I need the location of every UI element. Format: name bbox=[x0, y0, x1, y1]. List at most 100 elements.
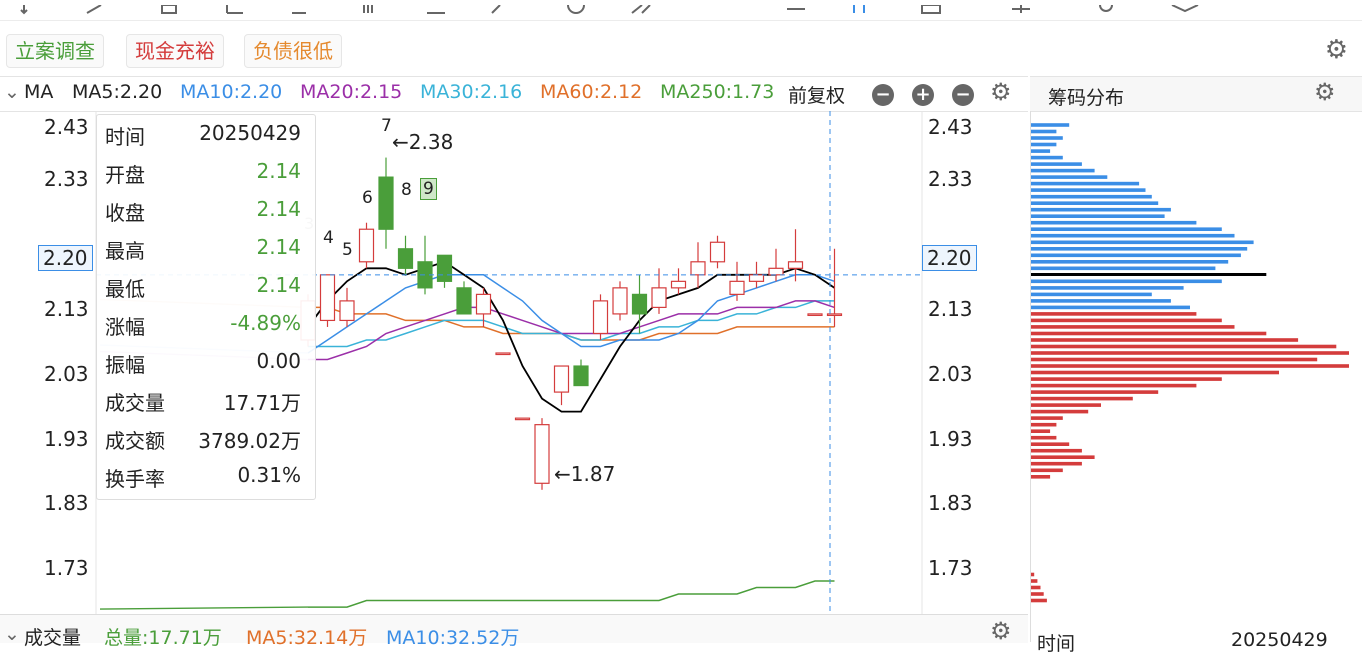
plus-circle-icon[interactable]: + bbox=[912, 84, 934, 106]
tag-cash-rich[interactable]: 现金充裕 bbox=[126, 34, 224, 68]
tooltip-row: 成交额 3789.02万 bbox=[105, 425, 301, 461]
volume-title[interactable]: 成交量 bbox=[24, 623, 81, 650]
tooltip-value: 0.31% bbox=[237, 463, 301, 487]
chip-bar bbox=[1031, 188, 1146, 192]
chip-bar bbox=[1031, 240, 1254, 245]
toolbar-icon[interactable] bbox=[20, 0, 42, 15]
toolbar-icon[interactable] bbox=[160, 0, 182, 14]
chip-bar bbox=[1031, 409, 1089, 414]
toolbar-icon[interactable] bbox=[490, 0, 512, 14]
minus-circle-icon[interactable]: − bbox=[872, 84, 894, 106]
chip-bar bbox=[1031, 168, 1095, 173]
chips-time-label: 时间 bbox=[1037, 633, 1076, 655]
chip-bar bbox=[1031, 403, 1101, 407]
chip-bar bbox=[1031, 396, 1133, 401]
chip-bar bbox=[1031, 455, 1095, 459]
count-label: 4 bbox=[323, 228, 334, 248]
toolbar-icon[interactable] bbox=[360, 0, 382, 13]
chip-bar bbox=[1031, 233, 1235, 238]
chip-bar bbox=[1031, 175, 1108, 179]
y-tick-label: 2.43 bbox=[44, 115, 89, 139]
chevron-down-icon[interactable]: ⌄ bbox=[4, 81, 20, 103]
tooltip-value: 0.00 bbox=[256, 349, 301, 373]
toolbar-icon[interactable] bbox=[785, 0, 807, 10]
toolbar-icon[interactable] bbox=[1095, 0, 1117, 12]
chip-bar bbox=[1031, 579, 1038, 583]
toolbar-icon[interactable] bbox=[290, 0, 312, 14]
toolbar-icon[interactable] bbox=[1170, 0, 1199, 13]
tooltip-label: 收盘 bbox=[105, 201, 145, 225]
chip-bar bbox=[1031, 207, 1171, 212]
tooltip-value: 20250429 bbox=[199, 121, 301, 145]
tooltip-row: 涨幅 -4.89% bbox=[105, 311, 301, 347]
y-tick-label: 1.93 bbox=[44, 427, 89, 451]
volume-header: ⌄ 成交量 总量:17.71万 MA5:32.14万 MA10:32.52万 ⚙ bbox=[0, 614, 1028, 649]
tooltip-label: 最低 bbox=[105, 277, 145, 301]
chip-bar bbox=[1031, 253, 1241, 258]
y-tick-label: 2.03 bbox=[44, 362, 89, 386]
chip-bar bbox=[1031, 181, 1140, 186]
chip-bar bbox=[1031, 155, 1063, 160]
tooltip-label: 换手率 bbox=[105, 467, 165, 491]
ma-title[interactable]: MA bbox=[24, 81, 53, 103]
chip-bar bbox=[1031, 312, 1197, 316]
crosshair-price-right: 2.20 bbox=[922, 245, 977, 271]
high-annotation: ←2.38 bbox=[392, 130, 454, 154]
zoom-out-circle-icon[interactable]: − bbox=[952, 84, 974, 106]
ma30-value: MA30:2.16 bbox=[420, 81, 523, 103]
toolbar-icon[interactable] bbox=[225, 0, 247, 14]
gear-icon[interactable]: ⚙ bbox=[1314, 78, 1336, 106]
chip-bar bbox=[1031, 220, 1197, 225]
chip-bar bbox=[1031, 260, 1229, 264]
y-tick-label: 2.33 bbox=[928, 167, 973, 191]
tooltip-row: 收盘 2.14 bbox=[105, 197, 301, 233]
toolbar-icon[interactable] bbox=[920, 0, 942, 14]
chip-bar bbox=[1031, 416, 1063, 420]
toolbar-icon[interactable] bbox=[425, 0, 447, 14]
gear-icon[interactable]: ⚙ bbox=[990, 617, 1012, 645]
y-tick-label: 2.13 bbox=[928, 297, 973, 321]
gear-icon[interactable]: ⚙ bbox=[1325, 35, 1348, 65]
chip-bar bbox=[1031, 448, 1082, 453]
toolbar-icon[interactable] bbox=[630, 0, 652, 14]
chip-bar bbox=[1031, 227, 1222, 231]
y-tick-label: 1.83 bbox=[928, 491, 973, 515]
chip-bar bbox=[1031, 214, 1165, 218]
tag-investigation[interactable]: 立案调查 bbox=[6, 34, 104, 68]
tooltip-row: 振幅 0.00 bbox=[105, 349, 301, 385]
tooltip-value: 2.14 bbox=[256, 159, 301, 183]
chip-bar bbox=[1031, 344, 1337, 349]
chip-bar bbox=[1031, 331, 1267, 336]
toolbar-icon[interactable] bbox=[1010, 0, 1032, 13]
chip-bar bbox=[1031, 247, 1248, 251]
y-tick-label: 2.43 bbox=[928, 115, 973, 139]
y-tick-label: 2.13 bbox=[44, 297, 89, 321]
chip-bar bbox=[1031, 377, 1222, 381]
chip-bar bbox=[1031, 318, 1222, 323]
y-tick-label: 2.33 bbox=[44, 167, 89, 191]
ma5-value: MA5:2.20 bbox=[72, 81, 163, 103]
count-label: 8 bbox=[401, 180, 412, 200]
toolbar-icon[interactable] bbox=[850, 0, 872, 13]
tag-bar: 立案调查 现金充裕 负债很低 ⚙ bbox=[0, 27, 1362, 73]
toolbar-icon[interactable] bbox=[85, 0, 107, 14]
adjust-selector[interactable]: 前复权 bbox=[788, 81, 845, 108]
chip-bar bbox=[1031, 129, 1057, 134]
low-annotation: ←1.87 bbox=[554, 462, 616, 486]
chip-bar bbox=[1031, 572, 1035, 577]
toolbar-icon[interactable] bbox=[565, 0, 587, 14]
chip-distribution-chart: 时间 20250429 bbox=[1030, 111, 1362, 655]
tag-low-debt[interactable]: 负债很低 bbox=[244, 34, 342, 68]
chip-bar bbox=[1031, 273, 1267, 276]
chip-bar bbox=[1031, 598, 1047, 603]
chip-bar bbox=[1031, 279, 1222, 284]
chip-bar bbox=[1031, 149, 1051, 153]
chip-bar bbox=[1031, 201, 1159, 205]
y-tick-label: 1.73 bbox=[44, 556, 89, 580]
chip-bar bbox=[1031, 123, 1070, 127]
gear-icon[interactable]: ⚙ bbox=[990, 78, 1012, 106]
chip-bar bbox=[1031, 194, 1152, 199]
chip-bar bbox=[1031, 142, 1057, 147]
chip-distribution-header: 筹码分布 ⚙ bbox=[1030, 76, 1362, 112]
chip-bar bbox=[1031, 390, 1159, 394]
